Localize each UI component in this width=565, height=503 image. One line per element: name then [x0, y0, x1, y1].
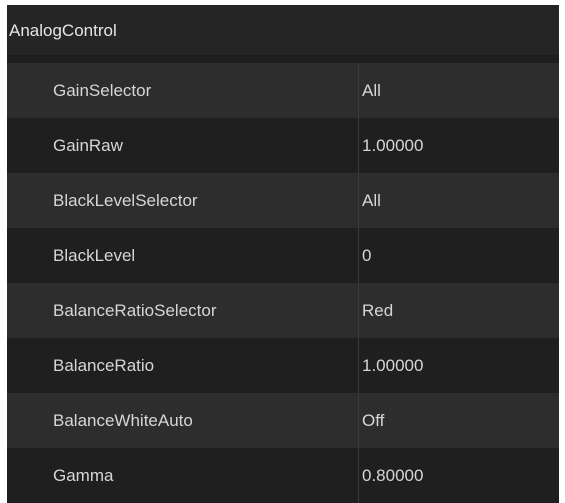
property-value[interactable]: 1.00000: [359, 118, 559, 173]
property-row-gamma[interactable]: Gamma 0.80000: [7, 448, 559, 503]
property-row-balance-ratio-selector[interactable]: BalanceRatioSelector Red: [7, 283, 559, 338]
property-name: BalanceRatioSelector: [7, 283, 359, 338]
property-grid: AnalogControl GainSelector All GainRaw 1…: [7, 5, 559, 503]
property-row-black-level-selector[interactable]: BlackLevelSelector All: [7, 173, 559, 228]
property-name: BalanceRatio: [7, 338, 359, 393]
category-header[interactable]: AnalogControl: [7, 5, 559, 55]
property-value[interactable]: Off: [359, 393, 559, 448]
property-value[interactable]: 0: [359, 228, 559, 283]
property-value[interactable]: 0.80000: [359, 448, 559, 503]
property-value[interactable]: 1.00000: [359, 338, 559, 393]
property-name: BlackLevelSelector: [7, 173, 359, 228]
property-name: GainSelector: [7, 63, 359, 118]
property-name: BlackLevel: [7, 228, 359, 283]
property-row-balance-ratio[interactable]: BalanceRatio 1.00000: [7, 338, 559, 393]
property-name: Gamma: [7, 448, 359, 503]
property-list: GainSelector All GainRaw 1.00000 BlackLe…: [7, 63, 559, 503]
property-name: BalanceWhiteAuto: [7, 393, 359, 448]
category-title: AnalogControl: [9, 20, 117, 40]
property-row-gain-selector[interactable]: GainSelector All: [7, 63, 559, 118]
property-value[interactable]: Red: [359, 283, 559, 338]
property-value[interactable]: All: [359, 63, 559, 118]
property-row-gain-raw[interactable]: GainRaw 1.00000: [7, 118, 559, 173]
property-row-black-level[interactable]: BlackLevel 0: [7, 228, 559, 283]
property-row-balance-white-auto[interactable]: BalanceWhiteAuto Off: [7, 393, 559, 448]
property-value[interactable]: All: [359, 173, 559, 228]
property-name: GainRaw: [7, 118, 359, 173]
